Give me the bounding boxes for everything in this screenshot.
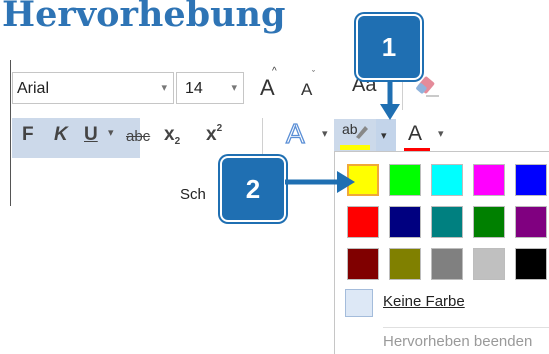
page-title: Hervorhebung bbox=[2, 0, 286, 35]
font-color-label: A bbox=[408, 122, 423, 145]
superscript-button[interactable]: x2 bbox=[206, 123, 223, 146]
highlight-dropdown-button[interactable]: ▾ bbox=[376, 119, 396, 155]
color-swatch[interactable] bbox=[389, 248, 421, 280]
grow-font-button[interactable]: A ^ bbox=[260, 66, 277, 101]
font-name-box[interactable]: Arial ▾ bbox=[12, 72, 174, 104]
color-swatch[interactable] bbox=[347, 206, 379, 238]
grow-font-icon: A bbox=[260, 75, 275, 100]
underline-button[interactable]: U bbox=[84, 124, 98, 146]
no-color-option[interactable]: Keine Farbe bbox=[383, 293, 465, 310]
caret-up-icon: ^ bbox=[272, 66, 277, 77]
superscript-mark: 2 bbox=[216, 123, 223, 134]
highlight-color-button[interactable]: ab bbox=[334, 119, 378, 155]
underline-dropdown-icon[interactable]: ▾ bbox=[108, 126, 114, 139]
no-color-label: Keine Farbe bbox=[383, 293, 465, 310]
callout-badge-2: 2 bbox=[222, 158, 284, 220]
chevron-down-icon: ▾ bbox=[381, 130, 387, 142]
shrink-font-button[interactable]: Aˇ bbox=[301, 69, 315, 100]
subscript-icon: x bbox=[164, 124, 175, 145]
color-swatch[interactable] bbox=[389, 164, 421, 196]
stop-highlight-label: Hervorheben beenden bbox=[383, 333, 533, 350]
highlight-color-bar bbox=[340, 145, 370, 150]
color-swatch[interactable] bbox=[431, 164, 463, 196]
color-swatch[interactable] bbox=[431, 248, 463, 280]
color-swatch[interactable] bbox=[515, 248, 547, 280]
shrink-font-icon: A bbox=[301, 80, 313, 99]
text-effects-button[interactable]: A bbox=[285, 117, 305, 150]
callout-arrow-2 bbox=[285, 171, 355, 193]
font-size-value: 14 bbox=[185, 80, 203, 97]
chevron-down-icon: ▾ bbox=[161, 82, 167, 94]
subscript-button[interactable]: x2 bbox=[164, 124, 181, 147]
font-size-box[interactable]: 14 ▾ bbox=[176, 72, 244, 104]
color-swatch[interactable] bbox=[347, 248, 379, 280]
stop-highlight-option[interactable]: Hervorheben beenden bbox=[383, 333, 532, 350]
color-swatch[interactable] bbox=[473, 164, 505, 196]
callout-badge-1: 1 bbox=[358, 16, 420, 78]
clear-formatting-button[interactable] bbox=[414, 76, 440, 106]
font-name-value: Arial bbox=[17, 80, 50, 97]
color-swatch[interactable] bbox=[389, 206, 421, 238]
color-swatch[interactable] bbox=[473, 248, 505, 280]
no-color-swatch[interactable] bbox=[345, 289, 373, 317]
caret-down-icon: ˇ bbox=[312, 69, 315, 79]
highlighter-pen-icon bbox=[356, 126, 368, 139]
font-color-dropdown-icon[interactable]: ▾ bbox=[438, 127, 444, 140]
text-effects-dropdown-icon[interactable]: ▾ bbox=[322, 127, 328, 140]
ribbon-edge-divider bbox=[10, 60, 11, 206]
color-swatch[interactable] bbox=[515, 206, 547, 238]
toolbar-separator bbox=[262, 118, 263, 162]
color-swatch[interactable] bbox=[515, 164, 547, 196]
highlight-palette: Keine Farbe Hervorheben beenden bbox=[334, 151, 549, 354]
callout-arrow-1 bbox=[380, 82, 400, 120]
eraser-icon bbox=[416, 76, 439, 97]
chevron-down-icon: ▾ bbox=[231, 82, 237, 94]
subscript-mark: 2 bbox=[174, 136, 181, 147]
superscript-icon: x bbox=[206, 124, 217, 145]
italic-button[interactable]: K bbox=[54, 124, 68, 146]
font-color-button[interactable]: A bbox=[402, 122, 434, 154]
color-swatch[interactable] bbox=[431, 206, 463, 238]
bold-button[interactable]: F bbox=[22, 124, 34, 146]
strikethrough-button[interactable]: abc bbox=[126, 128, 150, 145]
group-label: Sch bbox=[180, 186, 206, 203]
palette-separator bbox=[383, 327, 549, 328]
color-swatch[interactable] bbox=[473, 206, 505, 238]
